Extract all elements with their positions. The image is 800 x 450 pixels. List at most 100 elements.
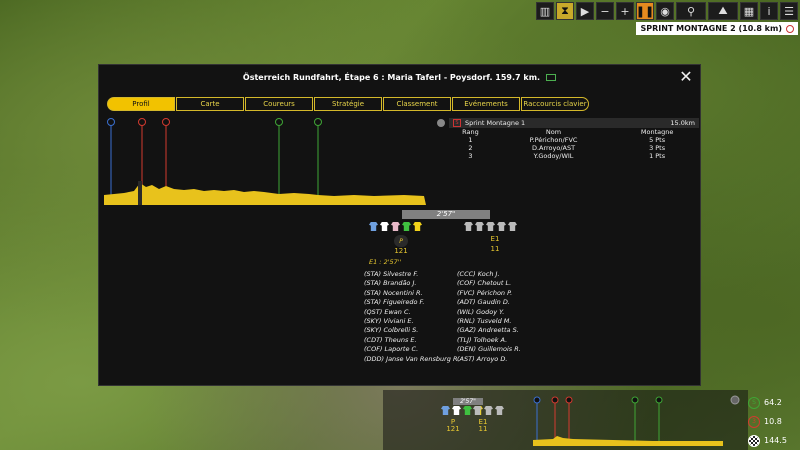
list-item[interactable]: (STA) Nocentini R. bbox=[364, 289, 460, 298]
list-item[interactable]: (AST) Arroyo D. bbox=[457, 355, 521, 364]
stage-profile[interactable] bbox=[104, 115, 434, 215]
list-item[interactable]: (COF) Chetout L. bbox=[457, 279, 521, 288]
game-toolbar: ▥ ⧗ ▶ − + ❚❚ ◉ ⚲ ⛰ ▦ i ☰ bbox=[536, 2, 798, 20]
tab-raccourcis[interactable]: Raccourcis clavier bbox=[521, 97, 589, 111]
menu-icon[interactable]: ☰ bbox=[780, 2, 798, 20]
list-item[interactable]: (WIL) Godoy Y. bbox=[457, 308, 521, 317]
list-item[interactable]: (CDT) Theuns E. bbox=[364, 336, 460, 345]
table-row: 3 Y.Godoy/WIL 1 Pts bbox=[449, 152, 699, 160]
col-montagne: Montagne bbox=[640, 128, 674, 136]
tab-evenements[interactable]: Evénements bbox=[452, 97, 520, 111]
list-item[interactable]: (SKY) Colbrelli S. bbox=[364, 326, 460, 335]
name-cell: Y.Godoy/WIL bbox=[533, 152, 574, 160]
list-item[interactable]: (ADT) Gaudin D. bbox=[457, 298, 521, 307]
list-item[interactable]: (DEN) Guillemois R. bbox=[457, 345, 521, 354]
mini-escape-count: 11 bbox=[478, 425, 488, 433]
tab-strategie[interactable]: Stratégie bbox=[314, 97, 382, 111]
stage-panel: Österreich Rundfahrt, Étape 6 : Maria Ta… bbox=[98, 64, 701, 386]
sprint-marker-1-icon bbox=[275, 118, 283, 126]
list-item[interactable]: (DDD) Janse Van Rensburg R. bbox=[364, 355, 460, 364]
list-item[interactable]: (CCC) Koch J. bbox=[457, 270, 521, 279]
points-cell: 1 Pts bbox=[649, 152, 666, 160]
close-button[interactable]: ✕ bbox=[678, 67, 694, 86]
start-marker-icon bbox=[107, 118, 115, 126]
toggle-dot-icon[interactable] bbox=[437, 119, 445, 127]
mountain-icon[interactable]: ⛰ bbox=[708, 2, 738, 20]
mini-sprint-icon bbox=[631, 396, 639, 404]
jersey-icon bbox=[380, 222, 389, 231]
mini-elevation-area bbox=[533, 436, 723, 446]
list-item[interactable]: (STA) Figueiredo F. bbox=[364, 298, 460, 307]
mini-sprint-icon bbox=[655, 396, 663, 404]
table-row: 1 P.Périchon/FVC 5 Pts bbox=[449, 136, 699, 144]
finish-flag-icon bbox=[748, 434, 760, 447]
stat-value: 144.5 bbox=[764, 436, 787, 445]
escape-jerseys[interactable] bbox=[464, 222, 517, 231]
leaderboard-icon[interactable]: ▥ bbox=[536, 2, 554, 20]
mini-escape-jerseys bbox=[473, 406, 504, 415]
col-rang: Rang bbox=[462, 128, 479, 136]
rank-cell: 2 bbox=[468, 144, 473, 152]
minus-icon[interactable]: − bbox=[596, 2, 614, 20]
tab-coureurs[interactable]: Coureurs bbox=[245, 97, 313, 111]
list-item[interactable]: (STA) Silvestre F. bbox=[364, 270, 460, 279]
eye-icon[interactable]: ◉ bbox=[656, 2, 674, 20]
jersey-icon bbox=[391, 222, 400, 231]
jersey-icon bbox=[413, 222, 422, 231]
calculator-icon[interactable]: ▦ bbox=[740, 2, 758, 20]
play-icon[interactable]: ▶ bbox=[576, 2, 594, 20]
current-sprint-tag: SPRINT MONTAGNE 2 (10.8 km) bbox=[636, 22, 798, 35]
sprint-distance: 15.0km bbox=[670, 119, 695, 127]
points-cell: 5 Pts bbox=[649, 136, 666, 144]
list-item[interactable]: (COF) Laporte C. bbox=[364, 345, 460, 354]
panel-header: Österreich Rundfahrt, Étape 6 : Maria Ta… bbox=[99, 65, 700, 89]
points-cell: 3 Pts bbox=[649, 144, 666, 152]
peloton-count: 121 bbox=[394, 247, 408, 255]
sprint-header: S Sprint Montagne 1 15.0km bbox=[437, 118, 699, 128]
distance-stats: S 64.2 3 10.8 144.5 bbox=[748, 393, 796, 450]
jersey-icon bbox=[475, 222, 484, 231]
pause-icon[interactable]: ❚❚ bbox=[636, 2, 654, 20]
info-icon[interactable]: i bbox=[760, 2, 778, 20]
list-item[interactable]: (GAZ) Andreetta S. bbox=[457, 326, 521, 335]
hourglass-icon[interactable]: ⧗ bbox=[556, 2, 574, 20]
list-item[interactable]: (SKY) Viviani E. bbox=[364, 317, 460, 326]
mini-profile bbox=[533, 395, 740, 446]
jersey-icon bbox=[402, 222, 411, 231]
jersey-icon bbox=[463, 406, 472, 415]
table-row: 2 D.Arroyo/AST 3 Pts bbox=[449, 144, 699, 152]
jersey-icon bbox=[441, 406, 450, 415]
list-item[interactable]: (QST) Ewan C. bbox=[364, 308, 460, 317]
tab-bar: Profil Carte Coureurs Stratégie Classeme… bbox=[107, 97, 590, 111]
jersey-icon bbox=[486, 222, 495, 231]
time-gap-bar: 2'57" bbox=[402, 210, 490, 219]
sprint-result: S Sprint Montagne 1 15.0km Rang Nom Mont… bbox=[437, 118, 699, 160]
peloton-jerseys[interactable] bbox=[369, 222, 422, 231]
list-item[interactable]: (STA) Brandão J. bbox=[364, 279, 460, 288]
mountain-marker-2-icon bbox=[162, 118, 170, 126]
tab-profil[interactable]: Profil bbox=[107, 97, 175, 111]
jersey-icon bbox=[497, 222, 506, 231]
sprint-marker-2-icon bbox=[314, 118, 322, 126]
peloton-badge: P bbox=[394, 235, 408, 247]
screen-icon[interactable] bbox=[546, 73, 557, 81]
plus-icon[interactable]: + bbox=[616, 2, 634, 20]
escape-riders-left: (STA) Silvestre F. (STA) Brandão J. (STA… bbox=[364, 270, 460, 364]
stat-value: 10.8 bbox=[764, 417, 782, 426]
cyclist-icon[interactable]: ⚲ bbox=[676, 2, 706, 20]
list-item[interactable]: (FVC) Périchon P. bbox=[457, 289, 521, 298]
mini-gap-bar: 2'57" bbox=[453, 398, 483, 405]
list-item[interactable]: (TLJ) Tolhoek A. bbox=[457, 336, 521, 345]
jersey-icon bbox=[369, 222, 378, 231]
mini-toggle-icon bbox=[730, 395, 740, 405]
stat-sprint: S 64.2 bbox=[748, 393, 796, 412]
jersey-icon bbox=[508, 222, 517, 231]
mountain-sprint-icon: S bbox=[453, 119, 461, 127]
jersey-icon bbox=[495, 406, 504, 415]
mountain-icon: 3 bbox=[748, 415, 760, 428]
tab-carte[interactable]: Carte bbox=[176, 97, 244, 111]
list-item[interactable]: (RNL) Tusveld M. bbox=[457, 317, 521, 326]
mini-mountain-icon bbox=[565, 396, 573, 404]
mini-race-overview[interactable]: 2'57" P 121 E1 11 bbox=[383, 390, 748, 450]
tab-classement[interactable]: Classement bbox=[383, 97, 451, 111]
